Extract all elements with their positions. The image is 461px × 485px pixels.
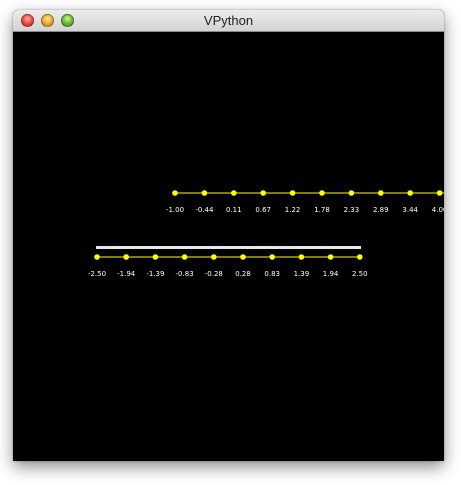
title-bar[interactable]: VPython: [13, 10, 444, 32]
upper-axis-tick-label-6: 2.33: [344, 206, 360, 214]
upper-axis-tick-5: [319, 190, 325, 196]
upper-axis-tick-1: [201, 190, 208, 196]
upper-axis-tick-9: [436, 190, 443, 196]
lower-axis-tick-0: [94, 254, 100, 260]
upper-axis-tick-3: [260, 190, 266, 196]
upper-axis-tick-label-7: 2.89: [373, 206, 389, 214]
upper-axis-tick-7: [378, 190, 384, 196]
lower-axis-tick-label-4: -0.28: [205, 270, 223, 278]
upper-axis-tick-0: [172, 190, 178, 196]
lower-axis-tick-label-5: 0.28: [235, 270, 251, 278]
window-title: VPython: [203, 13, 254, 28]
upper-axis-tick-label-8: 3.44: [402, 206, 418, 214]
lower-axis-tick-2: [152, 254, 159, 260]
lower-axis-tick-1: [123, 254, 129, 260]
white-bar: [96, 246, 361, 249]
lower-axis-tick-8: [327, 254, 334, 260]
upper-axis-tick-label-9: 4.00: [432, 206, 444, 214]
upper-axis-tick-label-2: 0.11: [226, 206, 242, 214]
lower-axis-tick-7: [298, 254, 305, 260]
lower-axis-tick-9: [357, 254, 363, 260]
lower-axis-tick-5: [240, 254, 246, 260]
upper-axis-tick-label-1: -0.44: [195, 206, 214, 214]
upper-axis-tick-label-5: 1.78: [314, 206, 330, 214]
upper-axis-tick-label-4: 1.22: [285, 206, 301, 214]
upper-axis-tick-8: [407, 190, 414, 196]
lower-axis-tick-3: [181, 254, 188, 260]
lower-axis-tick-label-6: 0.83: [264, 270, 280, 278]
lower-axis-tick-label-1: -1.94: [117, 270, 136, 278]
lower-axis-tick-4: [211, 254, 217, 260]
lower-axis-tick-label-0: -2.50: [88, 270, 106, 278]
lower-axis-tick-label-2: -1.39: [146, 270, 164, 278]
scene-graphics: -1.00 -0.44 0.11 0.67 1.22 1.78 2.33 2.89 3.44 4.…: [88, 190, 444, 278]
upper-axis-tick-4: [289, 190, 296, 196]
upper-axis-tick-label-0: -1.00: [166, 206, 184, 214]
upper-axis-tick-label-3: 0.67: [255, 206, 271, 214]
vpython-window: VPython -1.00 -0.44 0.11 0.67 1.22 1.78 2.33 2.…: [13, 10, 444, 461]
vpython-scene-canvas[interactable]: -1.00 -0.44 0.11 0.67 1.22 1.78 2.33 2.89 3.44 4.…: [13, 32, 444, 461]
lower-axis-tick-label-7: 1.39: [294, 270, 310, 278]
upper-axis-tick-6: [348, 190, 355, 196]
lower-axis: -2.50 -1.94 -1.39 -0.83 -0.28 0.28 0.83 1.39 1.9…: [88, 254, 368, 278]
lower-axis-tick-6: [269, 254, 276, 260]
lower-axis-tick-label-3: -0.83: [176, 270, 194, 278]
upper-axis-tick-2: [231, 190, 237, 196]
upper-axis: -1.00 -0.44 0.11 0.67 1.22 1.78 2.33 2.89 3.44 4.…: [166, 190, 444, 214]
lower-axis-tick-label-9: 2.50: [352, 270, 368, 278]
lower-axis-tick-label-8: 1.94: [323, 270, 339, 278]
